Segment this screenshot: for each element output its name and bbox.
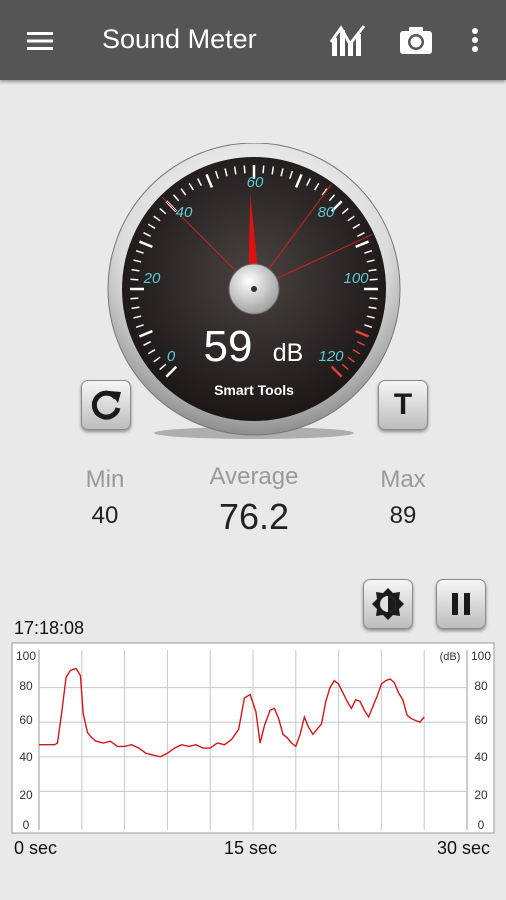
y-tick-right: 100	[471, 649, 491, 663]
gauge-tick	[369, 297, 378, 300]
t-button[interactable]: T	[378, 380, 428, 430]
x-label-end: 30 sec	[437, 838, 491, 858]
y-tick-left: 40	[19, 750, 33, 764]
db-history-chart: 100 80 60 40 20 0 100 80 60 40 20 0 (dB)	[11, 642, 495, 834]
y-tick-right: 60	[474, 713, 488, 727]
gauge-scale-label: 40	[176, 204, 193, 221]
gauge-scale-label: 60	[247, 174, 264, 191]
y-tick-right: 0	[478, 818, 485, 832]
pause-icon	[452, 593, 470, 615]
hamburger-menu-icon[interactable]	[24, 26, 56, 56]
y-tick-left: 60	[19, 713, 33, 727]
gauge-tick	[130, 297, 139, 300]
x-label-start: 0 sec	[14, 838, 58, 858]
brightness-button[interactable]	[363, 579, 413, 629]
graph-clock: 17:18:08	[14, 618, 85, 638]
pause-button[interactable]	[436, 579, 486, 629]
more-vert-icon[interactable]	[460, 22, 490, 58]
current-db-value: 59	[204, 322, 253, 371]
gauge-tick	[369, 278, 378, 281]
gauge-scale-label: 0	[167, 348, 176, 365]
gauge-scale-label: 80	[318, 204, 335, 221]
sound-level-gauge: 0 20 40 60 80 100 120 59 dB Smart Tools	[107, 143, 401, 439]
refresh-icon	[91, 390, 121, 420]
statistics-chart-icon[interactable]	[328, 22, 368, 58]
y-tick-left: 80	[19, 679, 33, 693]
y-tick-left: 20	[19, 788, 33, 802]
max-label: Max	[380, 466, 426, 493]
brand-label: Smart Tools	[214, 382, 294, 398]
current-db-unit: dB	[273, 339, 304, 367]
gauge-scale-label: 120	[318, 348, 344, 365]
gauge-tick	[262, 165, 265, 174]
gauge-scale-label: 100	[343, 270, 369, 287]
y-tick-right: 40	[474, 750, 488, 764]
y-tick-right: 80	[474, 679, 488, 693]
gauge-tick	[130, 278, 139, 281]
min-label: Min	[85, 466, 125, 493]
x-label-mid: 15 sec	[224, 838, 278, 858]
y-tick-left: 100	[16, 649, 36, 663]
brightness-icon	[372, 588, 404, 620]
chart-unit-label: (dB)	[440, 651, 461, 663]
min-value: 40	[91, 502, 119, 529]
reset-button[interactable]	[81, 380, 131, 430]
max-value: 89	[389, 502, 417, 529]
app-title: Sound Meter	[102, 24, 257, 54]
average-value: 76.2	[218, 496, 290, 537]
average-label: Average	[209, 463, 299, 490]
app-bar: Sound Meter	[0, 0, 506, 80]
camera-icon[interactable]	[396, 22, 436, 58]
gauge-tick	[243, 165, 246, 174]
y-tick-left: 0	[23, 818, 30, 832]
t-button-label: T	[393, 388, 413, 421]
gauge-scale-label: 20	[143, 270, 161, 287]
y-tick-right: 20	[474, 788, 488, 802]
